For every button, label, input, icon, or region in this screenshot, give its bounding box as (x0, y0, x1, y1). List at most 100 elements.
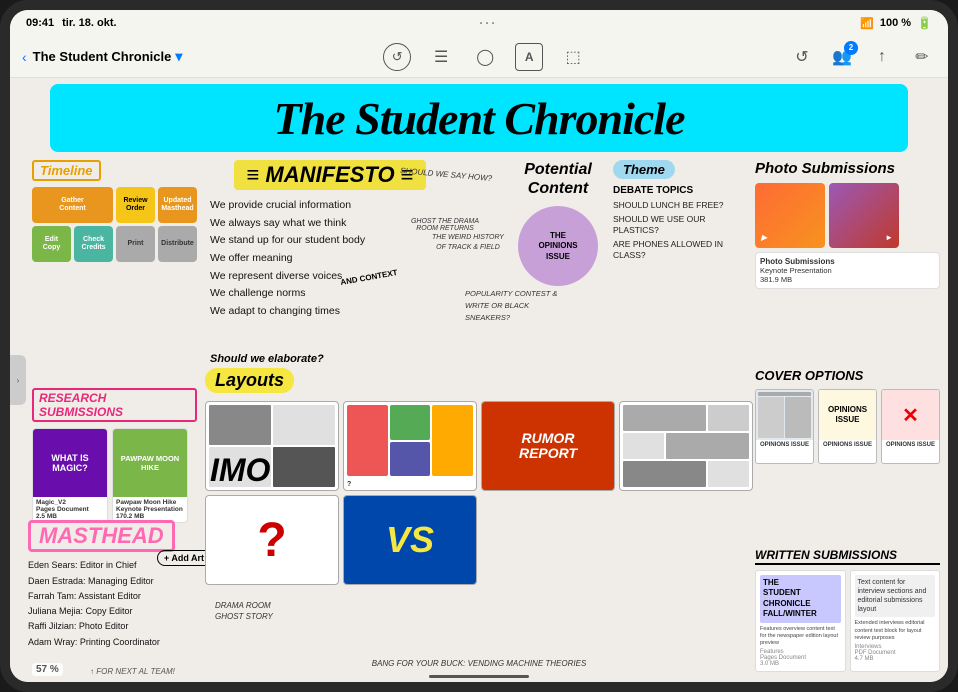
manifesto-line-6: We challenge norms (210, 286, 450, 301)
research-card-1[interactable]: WHAT IS MAGIC? Magic_V2Pages Document2.5… (32, 428, 108, 523)
status-center: ··· (479, 16, 497, 30)
photo-thumb-2[interactable]: ► (829, 183, 899, 248)
popularity-notes: POPULARITY CONTEST & WRITE OR BLACK SNEA… (465, 288, 595, 324)
theme-label: Theme (613, 160, 675, 179)
toolbar-dots: ··· (479, 16, 497, 30)
layouts-grid: IMO ? (205, 401, 753, 585)
theme-section: Theme DEBATE TOPICS SHOULD LUNCH BE FREE… (613, 160, 753, 264)
share-button[interactable]: ↑ (868, 43, 896, 71)
photo-thumbnails: ▶ ► (755, 183, 940, 248)
written-card-1-info: FeaturesPages Document3.0 MB (760, 649, 841, 667)
cover-1-label: OPINIONS ISSUE (756, 440, 813, 451)
doc-title-text: The Student Chronicle (33, 49, 172, 64)
timeline-updated: UpdatedMasthead (158, 187, 197, 223)
manifesto-line-3: We stand up for our student body (210, 233, 450, 248)
media-button[interactable]: ⬚ (559, 43, 587, 71)
layouts-title: Layouts (205, 368, 294, 393)
nav-center-icons: ↺ ☰ ◯ A ⬚ (383, 43, 587, 71)
photo-card-1-type: Keynote Presentation (760, 266, 935, 275)
colorful-label: ? (344, 479, 476, 490)
written-card-1[interactable]: THESTUDENTCHRONICLEFALL/WINTER Features … (755, 570, 846, 672)
written-card-2-body: Extended interviews editorial content te… (855, 620, 936, 641)
chevron-right-icon: › (17, 376, 20, 385)
status-left: 09:41 tir. 18. okt. (26, 17, 117, 29)
status-bar: 09:41 tir. 18. okt. ··· 📶 100 % 🔋 (10, 10, 948, 36)
manifesto-line-1: We provide crucial information (210, 198, 450, 213)
research-card-2-info: Pawpaw Moon HikeKeynote Presentation170.… (113, 497, 187, 522)
written-title: WRITTEN SUBMISSIONS (755, 548, 940, 565)
date: tir. 18. okt. (62, 17, 116, 29)
photo-title: Photo Submissions (755, 160, 940, 177)
cover-thumb-2[interactable]: OPINIONSISSUE OPINIONS ISSUE (818, 389, 877, 464)
written-card-2[interactable]: Text content for interview sections and … (850, 570, 941, 672)
pencil-button[interactable]: ✏ (908, 43, 936, 71)
layout-card-colorful[interactable]: ? (343, 401, 477, 491)
written-submissions-section: WRITTEN SUBMISSIONS THESTUDENTCHRONICLEF… (755, 548, 940, 672)
layout-card-imo[interactable]: IMO (205, 401, 339, 491)
title-banner: The Student Chronicle (50, 84, 908, 152)
masthead-title: MASTHEAD (28, 520, 175, 552)
layout-card-question[interactable]: ? (205, 495, 339, 585)
manifesto-line-4: We offer meaning (210, 251, 450, 266)
back-button[interactable]: ‹ (22, 49, 27, 65)
canvas: › The Student Chronicle Timeline GatherC… (10, 78, 948, 682)
photo-card-1: Photo Submissions Keynote Presentation 3… (755, 252, 940, 289)
dropdown-chevron-icon[interactable]: ▾ (175, 48, 182, 65)
cover-options-title: COVER OPTIONS (755, 368, 940, 383)
battery-icon: 🔋 (917, 16, 932, 30)
text-button[interactable]: A (515, 43, 543, 71)
nav-left: ‹ The Student Chronicle ▾ (22, 48, 182, 65)
research-card-2-img: PAWPAW MOON HIKE (113, 429, 187, 497)
document-title: The Student Chronicle ▾ (33, 48, 183, 65)
cover-thumb-3[interactable]: ✕ OPINIONS ISSUE (881, 389, 940, 464)
research-card-1-info: Magic_V2Pages Document2.5 MB (33, 497, 107, 522)
layout-card-rumor[interactable]: RUMORREPORT (481, 401, 615, 491)
manifesto-line-7: We adapt to changing times (210, 304, 450, 319)
undo-button[interactable]: ↺ (383, 43, 411, 71)
photo-card-1-size: 381.9 MB (760, 275, 935, 284)
timeline-grid: GatherContent ReviewOrder UpdatedMasthea… (32, 187, 197, 262)
imo-text: IMO (210, 454, 270, 486)
manifesto-section: ≡ MANIFESTO ≡ We provide crucial informa… (210, 160, 450, 322)
zoom-indicator: 57 % (32, 663, 63, 676)
written-card-1-header: THESTUDENTCHRONICLEFALL/WINTER (760, 575, 841, 623)
debate-item-3: ARE PHONES ALLOWED IN CLASS? (613, 239, 753, 261)
chevron-left-icon: ‹ (22, 49, 27, 65)
document-view-button[interactable]: ☰ (427, 43, 455, 71)
wifi-icon: 📶 (860, 17, 874, 30)
research-section: RESEARCH SUBMISSIONS WHAT IS MAGIC? Magi… (32, 388, 197, 523)
debate-title: DEBATE TOPICS (613, 185, 753, 196)
cover-thumb-1[interactable]: OPINIONS ISSUE (755, 389, 814, 464)
weird-history-note: THE WEIRD HISTORY OF TRACK & FIELD (428, 233, 508, 253)
cover-2-label: OPINIONS ISSUE (819, 440, 876, 451)
timeline-print: Print (116, 226, 155, 262)
question-mark-symbol: ? (206, 496, 338, 584)
written-card-1-body: Features overview content text for the n… (760, 626, 841, 647)
bottom-caption: BANG FOR YOUR BUCK: VENDING MACHINE THEO… (372, 659, 587, 668)
research-cards: WHAT IS MAGIC? Magic_V2Pages Document2.5… (32, 428, 197, 523)
research-card-1-img: WHAT IS MAGIC? (33, 429, 107, 497)
written-cards: THESTUDENTCHRONICLEFALL/WINTER Features … (755, 570, 940, 672)
collaborate-button[interactable]: 👥 2 (828, 43, 856, 71)
sidebar-toggle[interactable]: › (10, 355, 26, 405)
home-indicator (429, 675, 529, 678)
timeline-gather: GatherContent (32, 187, 113, 223)
status-right: 📶 100 % 🔋 (860, 16, 932, 30)
manifesto-line-5: We represent diverse voices (210, 269, 450, 284)
written-card-2-header: Text content for interview sections and … (855, 575, 936, 617)
debate-item-1: SHOULD LUNCH BE FREE? (613, 200, 753, 211)
screen: 09:41 tir. 18. okt. ··· 📶 100 % 🔋 ‹ The … (10, 10, 948, 682)
photo-thumb-1[interactable]: ▶ (755, 183, 825, 248)
shapes-button[interactable]: ◯ (471, 43, 499, 71)
timeline-edit: EditCopy (32, 226, 71, 262)
timeline-section: Timeline GatherContent ReviewOrder Updat… (32, 160, 197, 262)
written-card-2-info: InterviewsPDF Document4.7 MB (855, 644, 936, 662)
rumor-text: RUMORREPORT (519, 431, 577, 462)
history-button[interactable]: ↺ (788, 43, 816, 71)
layout-card-vs[interactable]: VS (343, 495, 477, 585)
team-note: ↑ FOR NEXT AL TEAM! (90, 667, 175, 676)
zoom-value: 57 % (36, 664, 59, 675)
layout-card-small1[interactable] (619, 401, 753, 491)
research-card-2[interactable]: PAWPAW MOON HIKE Pawpaw Moon HikeKeynote… (112, 428, 188, 523)
cover-3-label: OPINIONS ISSUE (882, 440, 939, 451)
